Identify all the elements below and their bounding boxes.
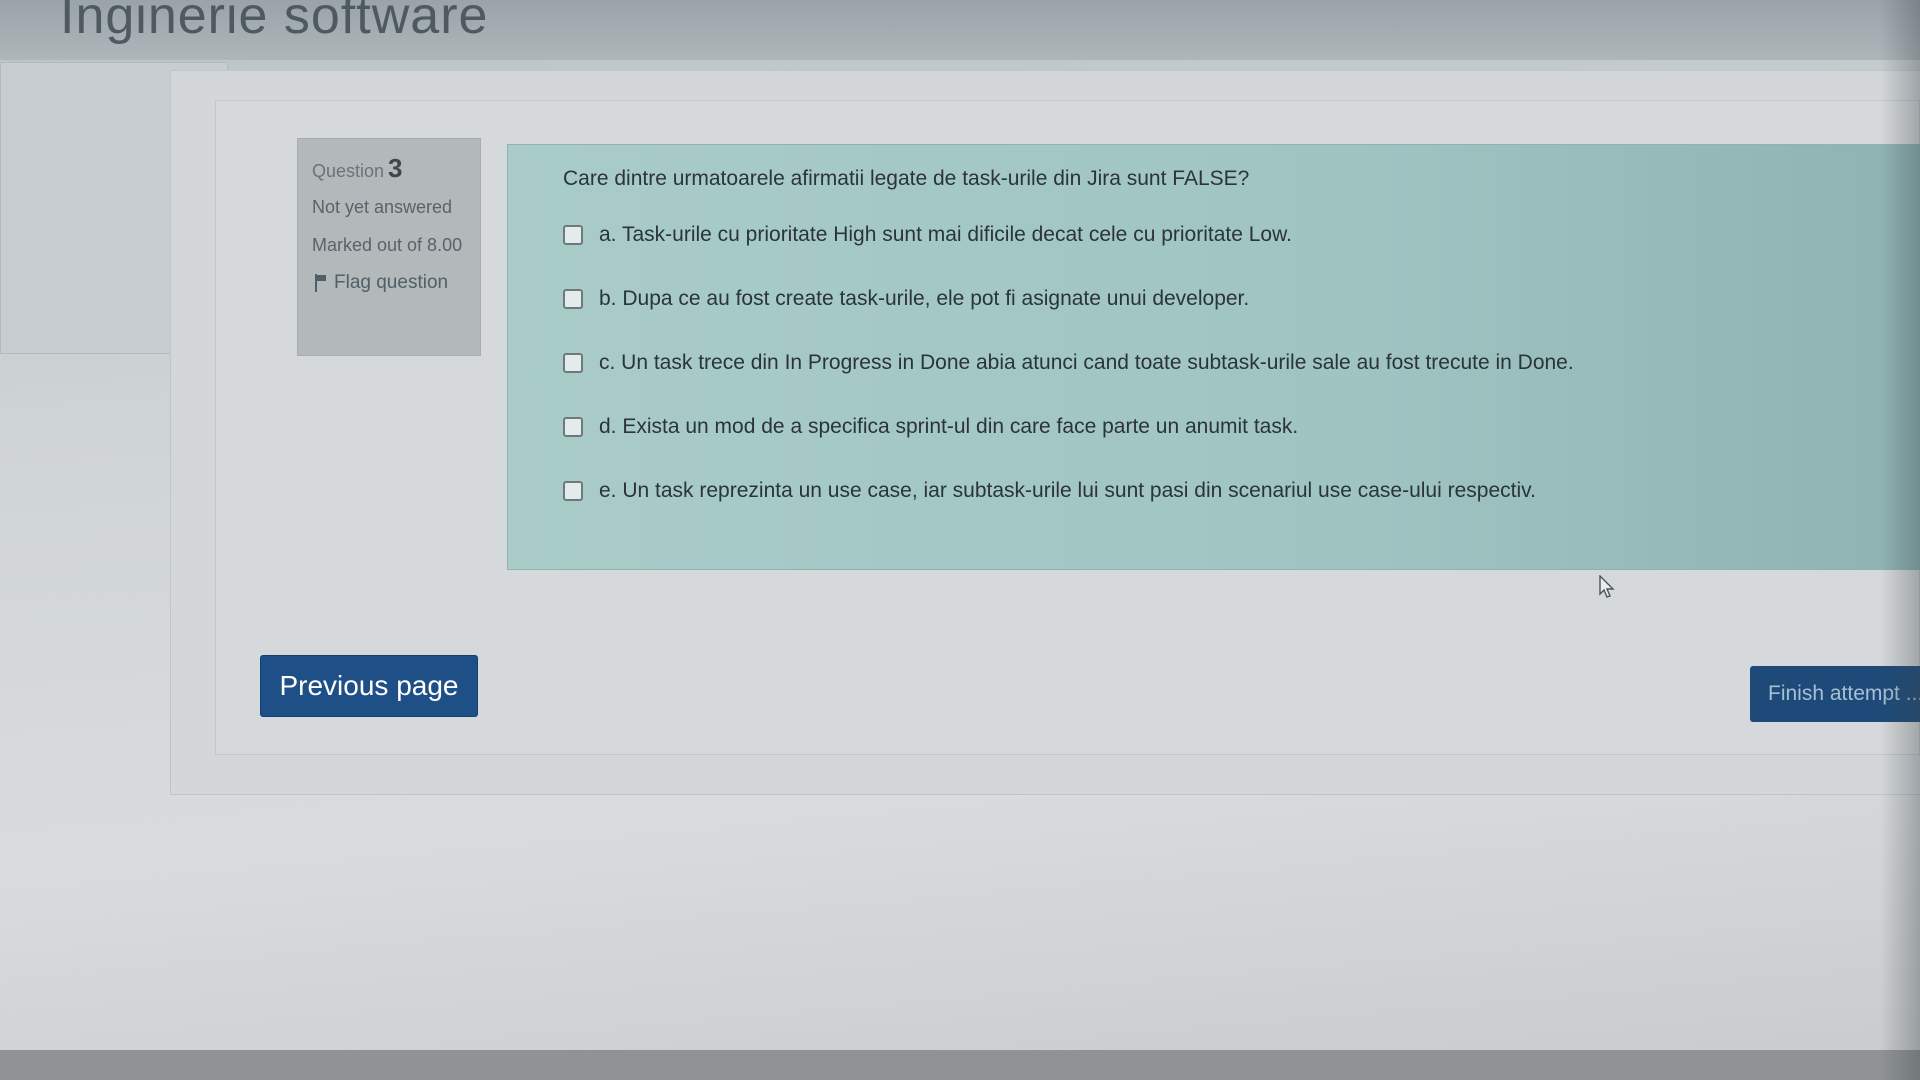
question-formulation: Care dintre urmatoarele afirmatii legate… — [507, 144, 1920, 570]
answer-checkbox[interactable] — [563, 225, 583, 245]
page-header: Inginerie software — [0, 0, 1920, 60]
flag-question-label: Flag question — [334, 272, 449, 293]
question-info: Question 3 Not yet answered Marked out of… — [297, 138, 481, 356]
answer-label[interactable]: d. Exista un mod de a specifica sprint-u… — [599, 415, 1298, 439]
answer-checkbox[interactable] — [563, 417, 583, 437]
answer-checkbox[interactable] — [563, 353, 583, 373]
question-number: Question 3 — [312, 153, 466, 184]
course-title: Inginerie software — [60, 0, 489, 45]
question-grade: Marked out of 8.00 — [312, 235, 463, 255]
answer-label[interactable]: e. Un task reprezinta un use case, iar s… — [599, 479, 1536, 503]
flag-question-link[interactable]: Flag question — [312, 272, 466, 294]
answer-checkbox[interactable] — [563, 289, 583, 309]
question-text: Care dintre urmatoarele afirmatii legate… — [563, 167, 1250, 190]
answer-option-c[interactable]: c. Un task trece din In Progress in Done… — [563, 345, 1919, 381]
previous-page-button[interactable]: Previous page — [260, 655, 478, 717]
answer-label[interactable]: b. Dupa ce au fost create task-urile, el… — [599, 287, 1249, 311]
question-state: Not yet answered — [312, 197, 453, 217]
mouse-pointer-icon — [1599, 575, 1615, 598]
answer-label[interactable]: a. Task-urile cu prioritate High sunt ma… — [599, 223, 1292, 247]
answer-label[interactable]: c. Un task trece din In Progress in Done… — [599, 351, 1574, 375]
answer-option-a[interactable]: a. Task-urile cu prioritate High sunt ma… — [563, 217, 1919, 253]
screen-right-shadow — [1880, 0, 1920, 1080]
answer-option-d[interactable]: d. Exista un mod de a specifica sprint-u… — [563, 409, 1919, 445]
question-number-value: 3 — [388, 153, 403, 183]
question-label: Question — [312, 161, 385, 181]
answer-checkbox[interactable] — [563, 481, 583, 501]
screen-bottom-edge — [0, 1050, 1920, 1080]
answer-option-e[interactable]: e. Un task reprezinta un use case, iar s… — [563, 473, 1919, 509]
flag-icon — [312, 274, 326, 292]
answer-option-b[interactable]: b. Dupa ce au fost create task-urile, el… — [563, 281, 1919, 317]
